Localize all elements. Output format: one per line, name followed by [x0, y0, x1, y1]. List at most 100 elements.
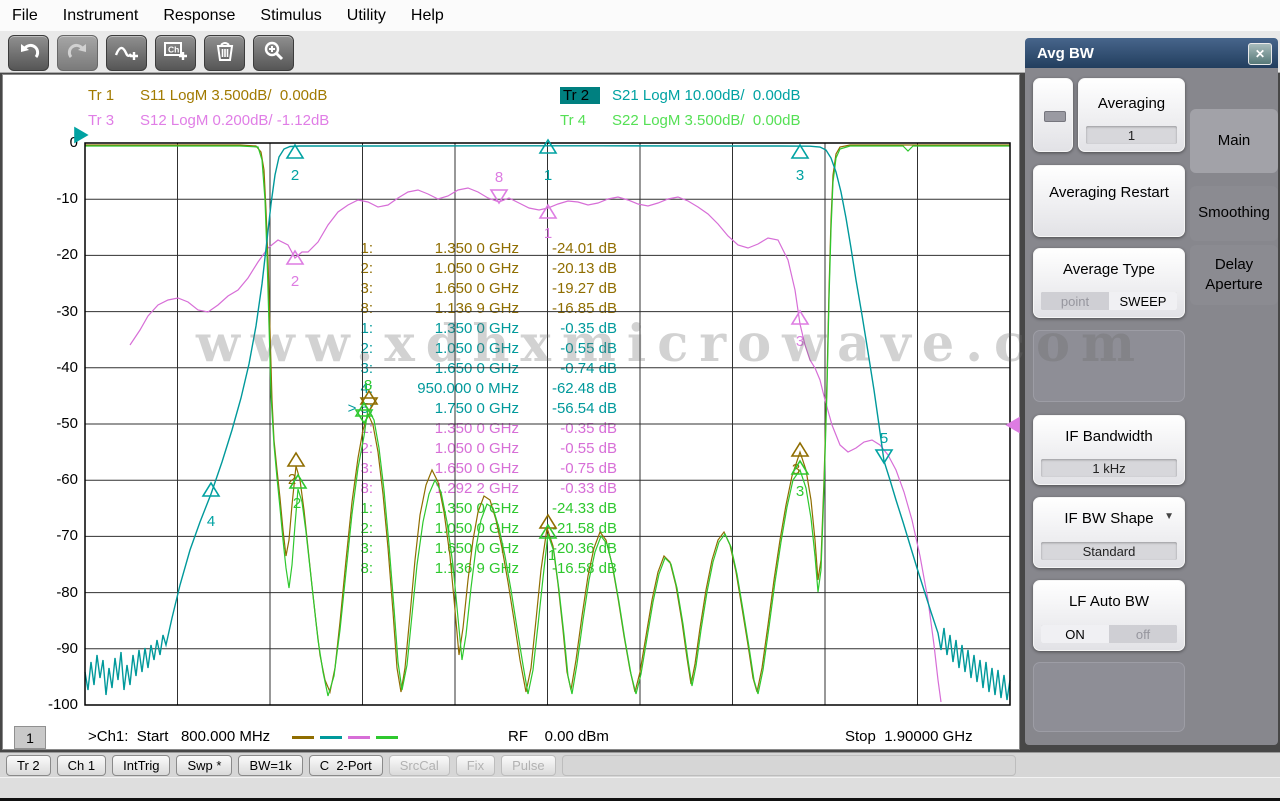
undo-button[interactable]	[8, 35, 49, 71]
marker-cell: 2:	[360, 440, 373, 457]
stop-frequency-label[interactable]: Stop 1.90000 GHz	[845, 728, 973, 745]
marker-row-s21: 4: 950.000 0 MHz -62.48 dB	[335, 380, 617, 400]
tab-main[interactable]: Main	[1190, 109, 1278, 173]
marker-cell: 3:	[360, 280, 373, 297]
zoom-icon	[262, 40, 286, 67]
status-button-bw1k[interactable]: BW=1k	[238, 754, 303, 776]
marker-cell: 1:	[360, 420, 373, 437]
marker-cell: -0.35 dB	[560, 320, 617, 337]
status-button-c2port[interactable]: C 2-Port	[308, 754, 383, 776]
avg-bw-panel-titlebar[interactable]: Avg BW ✕	[1025, 38, 1278, 68]
marker-row-s22: 2: 1.050 0 GHz -21.58 dB	[335, 520, 617, 540]
lf-auto-bw-off-option[interactable]: off	[1109, 625, 1177, 643]
trace-label-tr1[interactable]: Tr 1 S11 LogM 3.500dB/ 0.00dB	[88, 87, 327, 104]
add-channel-button[interactable]: Ch	[155, 35, 196, 71]
add-trace-icon	[114, 40, 140, 67]
marker-row-s22: 1: 1.350 0 GHz -24.33 dB	[335, 500, 617, 520]
tab-smoothing[interactable]: Smoothing	[1190, 186, 1278, 241]
marker-row-s21: > 5: 1.750 0 GHz -56.54 dB	[335, 400, 617, 420]
marker-cell: 1:	[360, 500, 373, 517]
menu-item-response[interactable]: Response	[163, 7, 246, 25]
average-type-button[interactable]: Average Type point SWEEP	[1033, 248, 1185, 318]
averaging-value[interactable]: 1	[1086, 126, 1177, 144]
marker-cell: -0.75 dB	[560, 460, 617, 477]
average-type-point-option[interactable]: point	[1041, 292, 1109, 310]
rf-power-label[interactable]: RF 0.00 dBm	[508, 728, 609, 745]
marker-row-s21: 1: 1.350 0 GHz -0.35 dB	[335, 320, 617, 340]
lf-auto-bw-label: LF Auto BW	[1068, 593, 1150, 610]
trace-id[interactable]: Tr 4	[560, 112, 600, 129]
if-bw-shape-value[interactable]: Standard	[1041, 542, 1177, 560]
marker-row-s12: 8: 1.292 2 GHz -0.33 dB	[335, 480, 617, 500]
status-button-srccal[interactable]: SrcCal	[388, 754, 450, 776]
y-tick-label: -10	[56, 190, 78, 208]
menu-item-instrument[interactable]: Instrument	[63, 7, 150, 25]
status-button-tr2[interactable]: Tr 2	[6, 754, 51, 776]
trace-format: S21 LogM 10.00dB/ 0.00dB	[612, 87, 801, 104]
marker-cell: -21.58 dB	[551, 520, 617, 537]
trace-label-tr4[interactable]: Tr 4 S22 LogM 3.500dB/ 0.00dB	[560, 112, 800, 129]
y-tick-label: -20	[56, 246, 78, 264]
trace-id[interactable]: Tr 3	[88, 112, 128, 129]
trace-label-tr3[interactable]: Tr 3 S12 LogM 0.200dB/ -1.12dB	[88, 112, 329, 129]
marker-cell: -0.33 dB	[560, 480, 617, 497]
lf-auto-bw-on-option[interactable]: ON	[1041, 625, 1109, 643]
add-channel-icon: Ch	[163, 40, 189, 67]
marker-cell: 3:	[360, 360, 373, 377]
marker-cell: -0.35 dB	[560, 420, 617, 437]
lf-auto-bw-button[interactable]: LF Auto BW ON off	[1033, 580, 1185, 651]
status-empty-field	[561, 754, 1016, 776]
averaging-toggle-button[interactable]	[1033, 78, 1073, 152]
svg-text:Ch: Ch	[168, 44, 179, 54]
close-icon[interactable]: ✕	[1248, 43, 1272, 65]
marker-row-s21: 3: 1.650 0 GHz -0.74 dB	[335, 360, 617, 380]
trace-color-dash	[320, 736, 342, 739]
trace-color-dash	[348, 736, 370, 739]
trace-label-tr2[interactable]: Tr 2 S21 LogM 10.00dB/ 0.00dB	[560, 87, 800, 104]
channel-tab[interactable]: 1	[14, 726, 46, 749]
marker-row-s22: 8: 1.136 9 GHz -16.58 dB	[335, 560, 617, 580]
undo-icon	[17, 40, 41, 67]
marker-cell: 1.050 0 GHz	[434, 340, 519, 357]
status-button-ch1[interactable]: Ch 1	[56, 754, 107, 776]
marker-cell: 1.350 0 GHz	[434, 500, 519, 517]
status-button-pulse[interactable]: Pulse	[501, 754, 556, 776]
if-bw-shape-label: IF BW Shape	[1064, 510, 1154, 527]
status-button-inttrig[interactable]: IntTrig	[112, 754, 171, 776]
marker-row-s12: 1: 1.350 0 GHz -0.35 dB	[335, 420, 617, 440]
trace-format: S12 LogM 0.200dB/ -1.12dB	[140, 112, 330, 129]
marker-cell: 1.050 0 GHz	[434, 260, 519, 277]
if-bandwidth-label: IF Bandwidth	[1065, 428, 1153, 445]
marker-cell: 1.050 0 GHz	[434, 440, 519, 457]
if-bandwidth-button[interactable]: IF Bandwidth 1 kHz	[1033, 415, 1185, 485]
add-trace-button[interactable]	[106, 35, 147, 71]
marker-cell: 1.350 0 GHz	[434, 320, 519, 337]
averaging-restart-button[interactable]: Averaging Restart	[1033, 165, 1185, 237]
marker-cell: 8:	[360, 560, 373, 577]
menu-item-utility[interactable]: Utility	[347, 7, 397, 25]
chevron-down-icon[interactable]: ▼	[1164, 511, 1174, 522]
trace-id[interactable]: Tr 2	[560, 87, 600, 104]
averaging-button[interactable]: Averaging 1	[1078, 78, 1185, 152]
trace-id[interactable]: Tr 1	[88, 87, 128, 104]
average-type-sweep-option[interactable]: SWEEP	[1109, 292, 1177, 310]
marker-row-s11: 1: 1.350 0 GHz -24.01 dB	[335, 240, 617, 260]
menu-item-stimulus[interactable]: Stimulus	[260, 7, 332, 25]
if-bw-shape-button[interactable]: IF BW Shape ▼ Standard	[1033, 497, 1185, 568]
marker-cell: 8:	[360, 480, 373, 497]
marker-cell: -0.55 dB	[560, 440, 617, 457]
marker-row-s22: 3: 1.650 0 GHz -20.36 dB	[335, 540, 617, 560]
y-tick-label: -50	[56, 415, 78, 432]
menu-item-file[interactable]: File	[12, 7, 49, 25]
menu-item-help[interactable]: Help	[411, 7, 455, 25]
zoom-button[interactable]	[253, 35, 294, 71]
marker-cell: 1.750 0 GHz	[434, 400, 519, 417]
channel-start-label[interactable]: >Ch1: Start 800.000 MHz	[88, 728, 270, 745]
status-button-fix[interactable]: Fix	[455, 754, 496, 776]
tab-delay-aperture[interactable]: Delay Aperture	[1190, 245, 1278, 305]
marker-cell: 1.650 0 GHz	[434, 460, 519, 477]
marker-cell: 8:	[360, 300, 373, 317]
if-bandwidth-value[interactable]: 1 kHz	[1041, 459, 1177, 477]
delete-button[interactable]	[204, 35, 245, 71]
status-button-swp[interactable]: Swp *	[176, 754, 233, 776]
